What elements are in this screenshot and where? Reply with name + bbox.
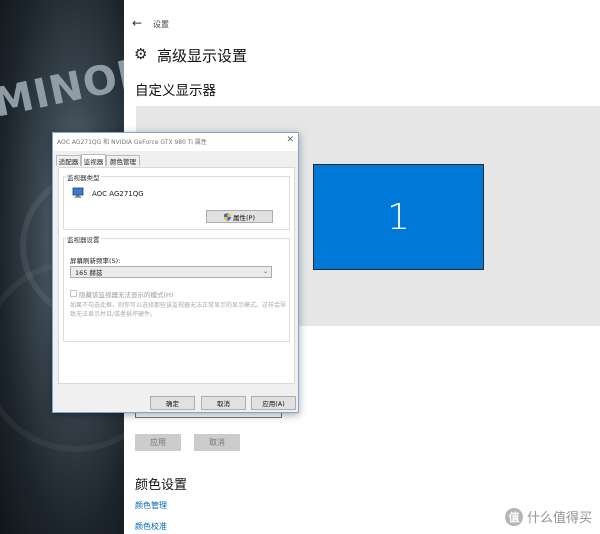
tab-color-management[interactable]: 颜色管理 — [106, 155, 140, 166]
close-icon[interactable]: ✕ — [286, 136, 294, 145]
tab-monitor[interactable]: 监视器 — [81, 154, 106, 166]
dialog-title: AOC AG271QG 和 NVIDIA GeForce GTX 980 Ti … — [57, 139, 207, 146]
settings-titlebar: ← 设置 — [124, 0, 600, 30]
refresh-rate-select[interactable]: 165 赫兹 ⌄ — [70, 266, 272, 278]
dialog-titlebar[interactable]: AOC AG271QG 和 NVIDIA GeForce GTX 980 Ti … — [53, 133, 298, 151]
properties-label: 属性(P) — [233, 213, 255, 222]
watermark-logo: 值 — [504, 507, 523, 526]
watermark: 值 什么值得买 — [504, 507, 592, 526]
hide-modes-label: 隐藏该监视器无法显示的模式(H) — [79, 291, 174, 299]
dialog-apply-button[interactable]: 应用(A) — [251, 396, 296, 410]
hide-modes-description: 如果不勾选此框，则你可以选择那些该监视器无法正常显示的显示模式。这样会导致无法显… — [70, 302, 287, 318]
tab-adapter[interactable]: 适配器 — [56, 155, 81, 166]
monitor-settings-label: 监视器设置 — [66, 234, 101, 244]
customize-display-heading: 自定义显示器 — [135, 83, 216, 99]
watermark-text: 什么值得买 — [526, 511, 592, 526]
chevron-down-icon: ⌄ — [262, 268, 268, 275]
cancel-button[interactable]: 取消 — [194, 434, 240, 451]
apply-button[interactable]: 应用 — [135, 434, 181, 451]
hide-modes-checkbox[interactable] — [70, 290, 77, 297]
dialog-cancel-button[interactable]: 取消 — [201, 396, 246, 410]
color-settings-heading: 颜色设置 — [135, 478, 188, 493]
color-calibration-link[interactable]: 颜色校准 — [135, 521, 167, 532]
monitor-properties-dialog: AOC AG271QG 和 NVIDIA GeForce GTX 980 Ti … — [52, 132, 299, 413]
monitor-number: 1 — [387, 196, 410, 238]
refresh-rate-label: 屏幕刷新频率(S): — [70, 257, 121, 265]
refresh-rate-value: 165 赫兹 — [75, 269, 103, 277]
camera-brand-text: MINOLTA — [0, 39, 124, 127]
back-arrow-icon[interactable]: ← — [132, 17, 142, 29]
monitor-name: AOC AG271QG — [92, 190, 144, 198]
tab-panel: 监视器类型 AOC AG271QG 属性(P) 监视器设置 屏幕刷新频率(S):… — [58, 167, 295, 384]
page-title: 高级显示设置 — [157, 47, 248, 65]
ok-button[interactable]: 确定 — [150, 396, 195, 410]
gear-icon: ⚙ — [134, 45, 148, 63]
monitor-tile[interactable]: 1 — [313, 164, 484, 270]
color-management-link[interactable]: 颜色管理 — [135, 500, 167, 511]
monitor-type-label: 监视器类型 — [66, 172, 101, 182]
monitor-icon — [72, 187, 84, 198]
monitor-settings-group: 监视器设置 屏幕刷新频率(S): 165 赫兹 ⌄ 隐藏该监视器无法显示的模式(… — [63, 234, 290, 342]
settings-window-title: 设置 — [153, 20, 169, 29]
shield-icon — [224, 212, 231, 221]
properties-button[interactable]: 属性(P) — [206, 210, 273, 223]
monitor-type-group: 监视器类型 AOC AG271QG 属性(P) — [63, 172, 290, 230]
